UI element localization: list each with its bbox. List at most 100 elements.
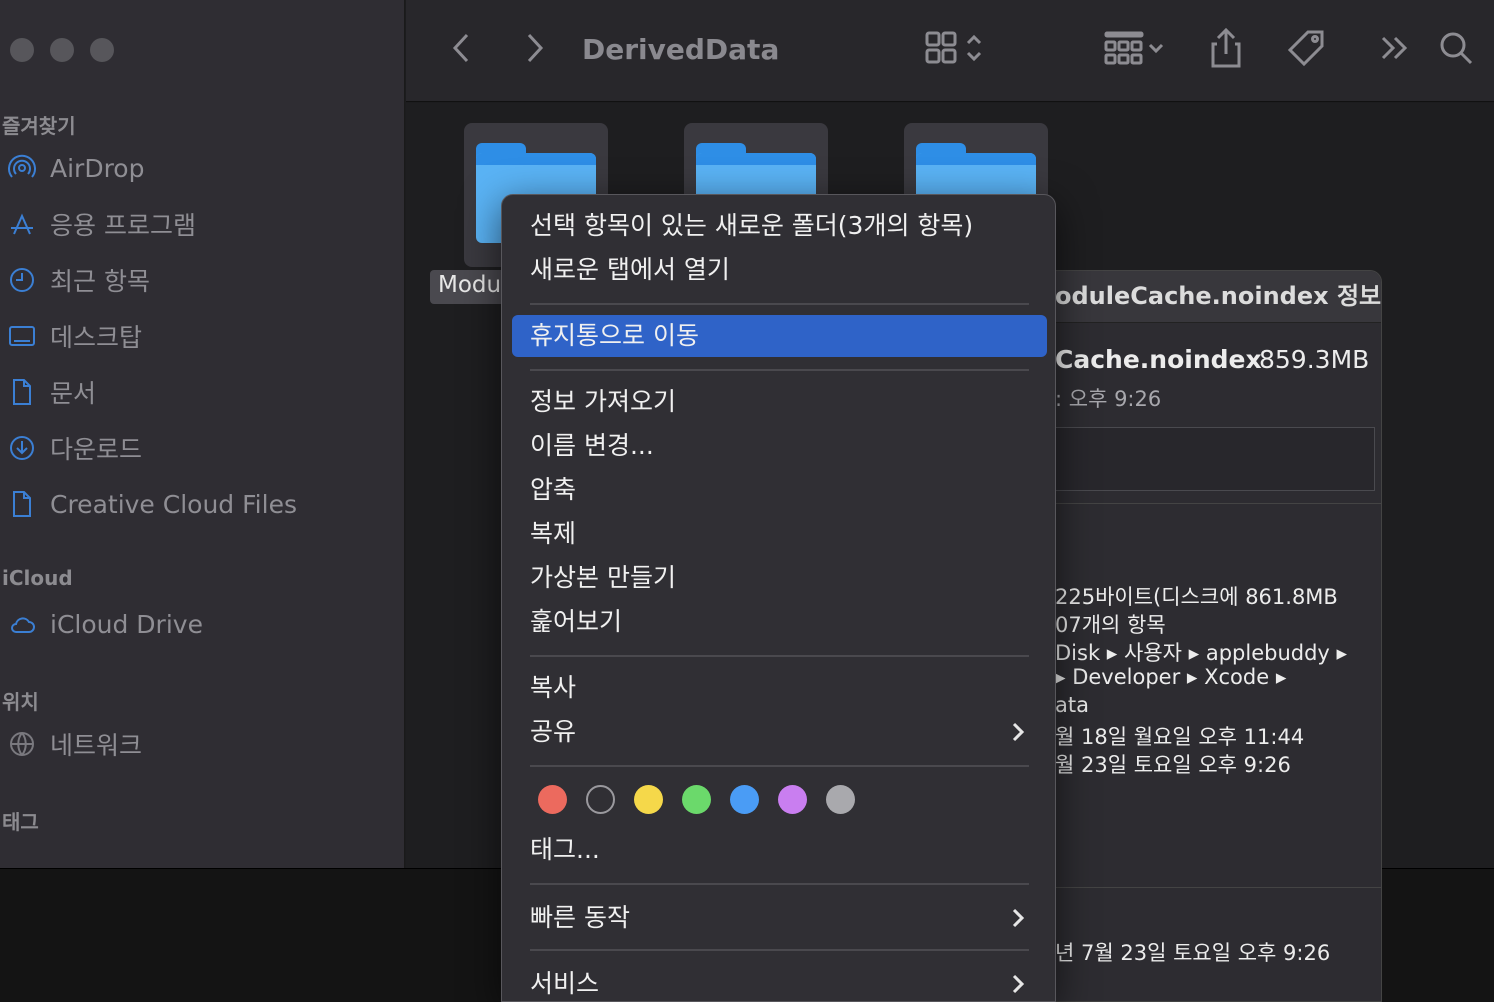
- document-icon: [6, 376, 38, 408]
- sidebar-item-label: AirDrop: [50, 153, 145, 183]
- toolbar: DerivedData: [406, 0, 1494, 102]
- menu-separator: [530, 949, 1029, 951]
- airdrop-icon: [6, 152, 38, 184]
- network-icon: [6, 728, 38, 760]
- info-detail-size: 225바이트(디스크에 861.8MB: [1055, 585, 1338, 609]
- menu-item-label: 서비스: [530, 969, 600, 998]
- tag-color-yellow[interactable]: [634, 785, 663, 814]
- recents-icon: [6, 264, 38, 296]
- view-mode-button[interactable]: [918, 28, 990, 72]
- share-icon: [1209, 26, 1243, 74]
- sidebar-item-applications[interactable]: 응용 프로그램: [6, 204, 196, 244]
- sidebar-item-label: 최근 항목: [50, 267, 150, 296]
- more-toolbar-button[interactable]: [1376, 28, 1412, 72]
- info-detail-count: 07개의 항목: [1055, 613, 1166, 637]
- menu-item-move-to-trash[interactable]: 휴지통으로 이동: [512, 315, 1047, 357]
- context-menu: 선택 항목이 있는 새로운 폴더(3개의 항목) 새로운 탭에서 열기 휴지통으…: [501, 194, 1056, 1002]
- menu-item-new-folder-with-selection[interactable]: 선택 항목이 있는 새로운 폴더(3개의 항목): [512, 205, 1047, 247]
- info-divider: [1055, 503, 1381, 504]
- info-detail-created: 월 18일 월요일 오후 11:44: [1055, 725, 1305, 749]
- chevron-right-icon: [1011, 711, 1025, 753]
- tag-color-purple[interactable]: [778, 785, 807, 814]
- sidebar-item-documents[interactable]: 문서: [6, 372, 96, 412]
- menu-item-rename[interactable]: 이름 변경...: [512, 425, 1047, 467]
- sidebar-section-locations: 위치: [2, 690, 39, 714]
- menu-item-get-info[interactable]: 정보 가져오기: [512, 381, 1047, 423]
- search-button[interactable]: [1436, 28, 1476, 72]
- search-icon: [1438, 30, 1474, 70]
- menu-separator: [530, 765, 1029, 767]
- menu-item-copy[interactable]: 복사: [512, 667, 1047, 709]
- sidebar-item-label: 문서: [50, 379, 97, 408]
- chevron-left-icon: [451, 32, 471, 68]
- menu-item-quick-actions[interactable]: 빠른 동작: [512, 897, 1047, 939]
- back-button[interactable]: [446, 28, 476, 72]
- window-controls: [10, 38, 114, 62]
- menu-item-services[interactable]: 서비스: [512, 963, 1047, 1002]
- sidebar-item-airdrop[interactable]: AirDrop: [6, 148, 144, 188]
- info-file-size: 859.3MB: [1259, 345, 1370, 374]
- chevron-double-right-icon: [1379, 34, 1409, 66]
- sidebar-item-desktop[interactable]: 데스크탑: [6, 316, 142, 356]
- sidebar-item-label: 데스크탑: [50, 323, 143, 352]
- tag-color-blue[interactable]: [730, 785, 759, 814]
- menu-item-make-alias[interactable]: 가상본 만들기: [512, 557, 1047, 599]
- file-icon: [6, 488, 38, 520]
- menu-item-tags[interactable]: 태그...: [512, 829, 1047, 871]
- close-window-button[interactable]: [10, 38, 34, 62]
- group-grid-icon: [1102, 28, 1146, 72]
- applications-icon: [6, 208, 38, 240]
- menu-item-duplicate[interactable]: 복제: [512, 513, 1047, 555]
- info-modified-short: : 오후 9:26: [1055, 387, 1162, 411]
- sidebar-item-label: Creative Cloud Files: [50, 489, 297, 519]
- chevron-up-down-icon: [964, 30, 984, 70]
- menu-separator: [530, 303, 1029, 305]
- sidebar-item-recents[interactable]: 최근 항목: [6, 260, 150, 300]
- menu-separator: [530, 655, 1029, 657]
- chevron-right-icon: [525, 32, 545, 68]
- info-footer-date: 년 7월 23일 토요일 오후 9:26: [1055, 941, 1331, 965]
- sidebar-item-label: 다운로드: [50, 435, 143, 464]
- info-detail-modified: 월 23일 토요일 오후 9:26: [1055, 753, 1291, 777]
- chevron-right-icon: [1011, 963, 1025, 1002]
- icon-grid-icon: [924, 30, 964, 70]
- sidebar-item-label: iCloud Drive: [50, 609, 203, 639]
- selected-folder-label[interactable]: Modu: [430, 270, 510, 304]
- share-button[interactable]: [1206, 26, 1246, 74]
- sidebar-item-label: 응용 프로그램: [50, 211, 196, 240]
- info-comment-box[interactable]: [1055, 427, 1375, 491]
- tag-button[interactable]: [1284, 28, 1328, 72]
- desktop-icon: [6, 320, 38, 352]
- info-window: oduleCache.noindex 정보 Cache.noindex 859.…: [1040, 270, 1382, 1002]
- sidebar-section-tags: 태그: [2, 810, 39, 834]
- tag-color-green[interactable]: [682, 785, 711, 814]
- sidebar-item-icloud-drive[interactable]: iCloud Drive: [6, 604, 203, 644]
- sidebar-item-network[interactable]: 네트워크: [6, 724, 142, 764]
- minimize-window-button[interactable]: [50, 38, 74, 62]
- forward-button[interactable]: [520, 28, 550, 72]
- tag-color-none[interactable]: [586, 785, 615, 814]
- info-window-title: oduleCache.noindex 정보: [1041, 271, 1381, 323]
- info-file-name: Cache.noindex: [1055, 345, 1262, 374]
- tag-color-gray[interactable]: [826, 785, 855, 814]
- group-button[interactable]: [1094, 28, 1174, 72]
- menu-item-open-in-new-tab[interactable]: 새로운 탭에서 열기: [512, 249, 1047, 291]
- window-title: DerivedData: [582, 33, 780, 66]
- menu-item-label: 공유: [530, 717, 577, 746]
- chevron-down-icon: [1146, 38, 1166, 62]
- info-detail-path-3: ata: [1055, 693, 1089, 717]
- menu-item-label: 빠른 동작: [530, 903, 630, 932]
- menu-item-compress[interactable]: 압축: [512, 469, 1047, 511]
- zoom-window-button[interactable]: [90, 38, 114, 62]
- downloads-icon: [6, 432, 38, 464]
- tag-color-picker: [538, 785, 855, 814]
- sidebar-item-creative-cloud-files[interactable]: Creative Cloud Files: [6, 484, 297, 524]
- info-detail-path-1: Disk ▸ 사용자 ▸ applebuddy ▸: [1055, 641, 1348, 665]
- sidebar-item-downloads[interactable]: 다운로드: [6, 428, 142, 468]
- menu-item-quick-look[interactable]: 훑어보기: [512, 601, 1047, 643]
- tag-color-red[interactable]: [538, 785, 567, 814]
- menu-item-share[interactable]: 공유: [512, 711, 1047, 753]
- sidebar-section-favorites: 즐겨찾기: [2, 114, 76, 138]
- sidebar: 즐겨찾기 AirDrop 응용 프로그램 최근 항목 데스크탑 문서 다운로드: [0, 0, 405, 868]
- sidebar-item-label: 네트워크: [50, 731, 143, 760]
